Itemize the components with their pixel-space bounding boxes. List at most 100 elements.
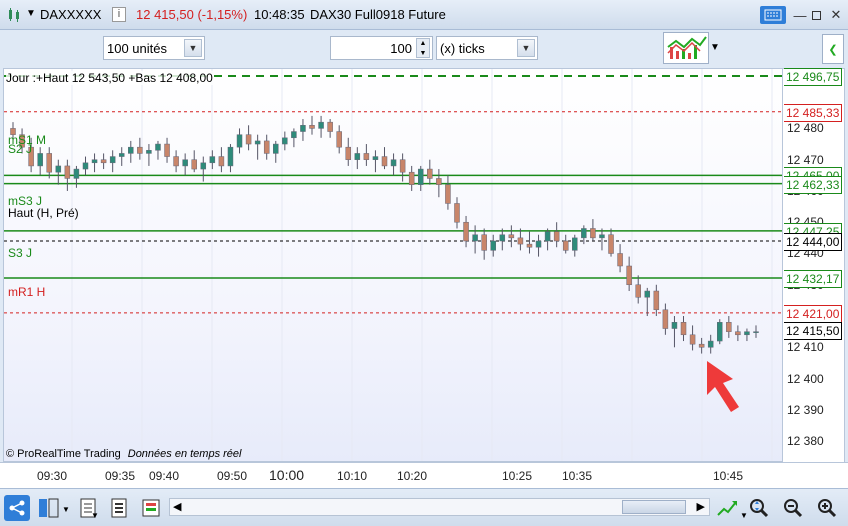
- candle-body: [345, 146, 352, 160]
- price-level-tag: 12 421,00: [784, 304, 843, 323]
- time-tick-label: 10:25: [502, 469, 533, 483]
- price-tick-label: 12 410: [787, 340, 824, 355]
- candle-body: [499, 234, 506, 242]
- candle-body: [372, 156, 379, 160]
- zoom-in-icon[interactable]: [814, 495, 840, 521]
- candle-body: [726, 322, 732, 332]
- symbol-dropdown-icon[interactable]: ▼: [26, 8, 36, 19]
- alerts-list-icon[interactable]: [138, 495, 164, 521]
- candle-body: [254, 140, 261, 145]
- candle-body: [64, 165, 71, 179]
- candlestick-icon: [9, 8, 19, 22]
- trade-panel-icon[interactable]: ❮: [822, 34, 844, 64]
- price-chart[interactable]: Jour :+Haut 12 543,50 +Bas 12 408,00 mS1…: [3, 68, 783, 462]
- candle-body: [744, 331, 750, 336]
- candle-body: [128, 146, 134, 154]
- candle-body: [707, 340, 714, 348]
- close-button[interactable]: ✕: [826, 6, 846, 24]
- level-label-s3j: S3 J: [8, 246, 33, 260]
- time-tick-label: 10:45: [713, 469, 744, 483]
- candle-body: [535, 240, 542, 248]
- layout-icon[interactable]: [36, 495, 62, 521]
- chevron-down-icon[interactable]: ▼: [517, 39, 535, 57]
- scroll-right-icon[interactable]: ▶: [697, 500, 705, 513]
- candle-body: [454, 203, 460, 223]
- candle-body: [336, 131, 342, 148]
- candle-body: [553, 231, 560, 242]
- restore-button[interactable]: [806, 6, 826, 24]
- candle-body: [300, 125, 306, 132]
- candle-body: [653, 290, 660, 311]
- time-axis[interactable]: 09:30 09:35 09:40 09:50 10:00 10:10 10:20 10:25…: [0, 462, 848, 488]
- candle-body: [753, 331, 759, 333]
- time-tick-label: 10:10: [337, 469, 368, 483]
- candle-body: [472, 234, 478, 242]
- ticks-unit-select[interactable]: (x) ticks ▼: [436, 36, 538, 60]
- candle-body: [209, 156, 216, 164]
- candle-body: [182, 159, 188, 167]
- candle-body: [436, 178, 442, 185]
- candle-body: [164, 143, 170, 157]
- candle-body: [100, 159, 107, 164]
- candle-body: [399, 159, 406, 173]
- price-axis[interactable]: 12 48012 47012 46012 45012 44012 43012 4…: [783, 68, 845, 462]
- time-tick-label: 10:00: [269, 467, 305, 483]
- level-label-haut-pre: Haut (H, Pré): [8, 206, 79, 220]
- candle-body: [599, 234, 605, 239]
- symbol-label[interactable]: DAXXXXX: [40, 7, 101, 22]
- candle-body: [417, 168, 424, 185]
- horizontal-scrollbar[interactable]: ◀ ▶: [169, 498, 710, 516]
- level-label-mr1h: mR1 H: [8, 285, 46, 299]
- day-range-label: Jour :+Haut 12 543,50 +Bas 12 408,00: [6, 71, 213, 85]
- candle-body: [46, 153, 52, 173]
- candle-body: [698, 343, 705, 348]
- candle-body: [327, 121, 333, 132]
- candle-body: [644, 290, 651, 298]
- indicators-button[interactable]: [663, 32, 709, 64]
- ticks-stepper[interactable]: 100 ▲ ▼: [330, 36, 433, 60]
- candle-body: [526, 243, 533, 248]
- scrollbar-thumb[interactable]: [622, 500, 686, 514]
- share-icon[interactable]: [4, 495, 30, 521]
- candle-body: [671, 322, 678, 329]
- zoom-out-icon[interactable]: [780, 495, 806, 521]
- keyboard-icon[interactable]: [760, 6, 786, 24]
- candle-body: [581, 228, 587, 239]
- zoom-fit-icon[interactable]: [746, 495, 772, 521]
- stepper-arrows-icon[interactable]: ▲ ▼: [416, 38, 430, 58]
- notes-icon[interactable]: [106, 495, 132, 521]
- price-level-tag: 12 485,33: [784, 103, 843, 122]
- candlestick-chart[interactable]: [4, 69, 783, 462]
- auto-scroll-icon[interactable]: [714, 495, 740, 521]
- candle-body: [635, 284, 641, 298]
- chevron-down-icon[interactable]: ▼: [62, 505, 70, 514]
- candle-body: [155, 143, 161, 151]
- price-level-tag: 12 444,00: [784, 232, 843, 251]
- chevron-down-icon[interactable]: ▼: [710, 42, 720, 53]
- candle-body: [318, 121, 324, 129]
- candle-body: [689, 334, 696, 345]
- info-icon[interactable]: i: [112, 7, 126, 22]
- candle-body: [309, 125, 315, 129]
- candle-body: [445, 184, 451, 204]
- price-level-tag: 12 415,50: [784, 322, 843, 341]
- candle-body: [617, 253, 623, 267]
- chevron-down-icon[interactable]: ▼: [91, 511, 99, 520]
- units-select[interactable]: 100 unités ▼: [103, 36, 205, 60]
- candle-body: [735, 331, 741, 336]
- candle-body: [590, 228, 596, 239]
- pointer-arrow-icon: [707, 361, 739, 412]
- candle-body: [146, 150, 152, 154]
- candle-body: [273, 143, 279, 154]
- price-tick-label: 12 470: [787, 152, 824, 167]
- scroll-left-icon[interactable]: ◀: [173, 500, 181, 513]
- candle-body: [137, 146, 143, 154]
- candle-body: [463, 221, 469, 242]
- copyright-watermark: © ProRealTime Trading Données en temps r…: [6, 448, 241, 460]
- candle-body: [282, 137, 288, 145]
- ticks-unit-value: (x) ticks: [440, 40, 485, 56]
- price-tick-label: 12 480: [787, 121, 824, 136]
- chevron-down-icon[interactable]: ▼: [184, 39, 202, 57]
- candle-body: [218, 156, 225, 167]
- candle-body: [291, 131, 297, 139]
